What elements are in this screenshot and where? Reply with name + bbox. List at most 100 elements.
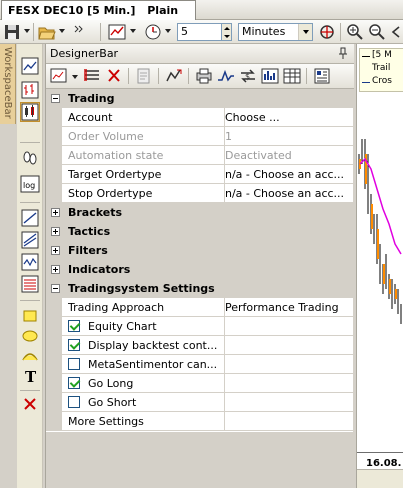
expand-icon[interactable] <box>51 208 60 217</box>
expand-icon[interactable] <box>51 246 60 255</box>
category-label: Filters <box>68 244 108 257</box>
svg-text:T: T <box>25 368 37 386</box>
property-equity-chart[interactable]: Equity Chart <box>46 317 354 336</box>
expand-icon[interactable] <box>51 265 60 274</box>
zoom-in-icon[interactable] <box>346 23 364 41</box>
property-account[interactable]: Account Choose ... <box>46 108 354 127</box>
category-trading[interactable]: Trading <box>46 89 354 108</box>
property-go-short[interactable]: Go Short <box>46 393 354 412</box>
toolbar-options-icon[interactable] <box>72 23 84 41</box>
log-scale-tool-icon[interactable]: log <box>20 174 40 194</box>
arc-tool-icon[interactable] <box>20 346 40 366</box>
go-long-checkbox[interactable] <box>68 377 80 389</box>
indicator-tool-icon[interactable] <box>164 67 184 85</box>
candlestick-icon <box>21 103 39 121</box>
expand-icon[interactable] <box>51 227 60 236</box>
trading-approach-value[interactable]: Performance Trading <box>224 298 354 316</box>
channel-tool-icon[interactable] <box>20 230 40 250</box>
pin-icon[interactable] <box>338 47 348 59</box>
bar-chart-tool-icon[interactable] <box>20 80 40 100</box>
line-chart-tool-icon[interactable] <box>20 56 40 76</box>
property-name: Equity Chart <box>88 320 157 333</box>
category-tradingsystem-settings[interactable]: Tradingsystem Settings <box>46 279 354 298</box>
open-dropdown-icon[interactable] <box>59 29 65 33</box>
go-short-checkbox[interactable] <box>68 396 80 408</box>
ellipse-tool-icon[interactable] <box>20 326 40 346</box>
target-ordertype-value[interactable]: n/a - Choose an acc... <box>224 165 354 183</box>
metasentimentor-checkbox[interactable] <box>68 358 80 370</box>
trendline-tool-icon[interactable] <box>20 208 40 228</box>
chart-scrollbar[interactable] <box>357 469 403 488</box>
chart-type-icon[interactable] <box>108 23 126 41</box>
property-display-backtest[interactable]: Display backtest cont... <box>46 336 354 355</box>
chart-template-icon[interactable] <box>50 67 70 85</box>
property-name: Display backtest cont... <box>88 339 218 352</box>
save-dropdown-icon[interactable] <box>24 29 30 33</box>
add-indicator-icon[interactable] <box>318 23 336 41</box>
designer-bar-panel: DesignerBar $ Trading Account Choose ... <box>45 44 354 488</box>
property-order-volume: Order Volume 1 <box>46 127 354 146</box>
category-tactics[interactable]: Tactics <box>46 222 354 241</box>
property-grid: Trading Account Choose ... Order Volume … <box>46 89 354 431</box>
property-go-long[interactable]: Go Long <box>46 374 354 393</box>
save-icon[interactable] <box>4 23 20 41</box>
main-toolbar: 5 Minutes <box>0 20 403 44</box>
zoom-out-icon[interactable] <box>368 23 386 41</box>
interval-stepper[interactable] <box>222 23 232 41</box>
remove-icon[interactable] <box>104 67 124 85</box>
property-name: MetaSentimentor can... <box>88 358 218 371</box>
print-icon[interactable] <box>194 67 214 85</box>
category-label: Tactics <box>68 225 111 238</box>
rectangle-tool-icon[interactable] <box>20 306 40 326</box>
open-folder-icon[interactable] <box>38 23 56 41</box>
report-icon[interactable] <box>312 67 332 85</box>
interval-unit-select[interactable]: Minutes <box>238 23 313 41</box>
category-brackets[interactable]: Brackets <box>46 203 354 222</box>
candlestick-tool[interactable] <box>20 102 40 122</box>
delete-drawings-icon[interactable] <box>20 394 40 414</box>
account-value[interactable]: Choose ... <box>224 108 354 126</box>
category-indicators[interactable]: Indicators <box>46 260 354 279</box>
property-stop-ordertype[interactable]: Stop Ordertype n/a - Choose an acc... <box>46 184 354 203</box>
category-filters[interactable]: Filters <box>46 241 354 260</box>
chart-time-axis <box>357 452 403 453</box>
clock-dropdown-icon[interactable] <box>165 29 171 33</box>
text-tool-icon[interactable]: T <box>20 366 40 386</box>
designer-toolbar: $ <box>46 64 354 89</box>
tools-separator <box>20 390 40 391</box>
clock-icon[interactable] <box>144 23 162 41</box>
workspace-bar-tab[interactable]: WorkspaceBar <box>0 44 16 124</box>
collapse-icon[interactable] <box>51 284 60 293</box>
wave-tool-icon[interactable] <box>20 252 40 272</box>
property-more-settings[interactable]: More Settings <box>46 412 354 431</box>
document-icon[interactable] <box>134 67 154 85</box>
price-chart[interactable]: [5 M Trail Cros 16.08. <box>356 44 403 488</box>
footprints-tool-icon[interactable] <box>20 148 40 168</box>
property-value <box>224 393 354 411</box>
interval-input[interactable]: 5 <box>177 23 222 41</box>
equity-chart-checkbox[interactable] <box>68 320 80 332</box>
chevron-down-icon[interactable] <box>298 24 312 40</box>
fibonacci-tool-icon[interactable] <box>20 274 40 294</box>
automation-state-value: Deactivated <box>224 146 354 164</box>
template-dropdown-icon[interactable] <box>72 75 78 79</box>
scroll-left-icon[interactable] <box>389 23 403 41</box>
table-icon[interactable] <box>282 67 302 85</box>
property-trading-approach[interactable]: Trading Approach Performance Trading <box>46 298 354 317</box>
swap-icon[interactable]: $ <box>238 67 258 85</box>
properties-list-icon[interactable] <box>82 67 102 85</box>
collapse-icon[interactable] <box>51 94 60 103</box>
toolbar-separator <box>158 68 159 84</box>
designer-bar-header: DesignerBar <box>46 44 354 64</box>
property-target-ordertype[interactable]: Target Ordertype n/a - Choose an acc... <box>46 165 354 184</box>
chart-tab[interactable]: FESX DEC10 [5 Min.] Plain <box>1 0 196 20</box>
histogram-icon[interactable] <box>260 67 280 85</box>
signal-icon[interactable] <box>216 67 236 85</box>
property-metasentimentor[interactable]: MetaSentimentor can... <box>46 355 354 374</box>
designer-bar-title: DesignerBar <box>50 47 119 60</box>
drawing-tools-bar: log T <box>17 44 43 488</box>
display-backtest-checkbox[interactable] <box>68 339 80 351</box>
chart-type-dropdown-icon[interactable] <box>130 29 136 33</box>
stop-ordertype-value[interactable]: n/a - Choose an acc... <box>224 184 354 202</box>
chart-date-label: 16.08. <box>366 458 402 469</box>
